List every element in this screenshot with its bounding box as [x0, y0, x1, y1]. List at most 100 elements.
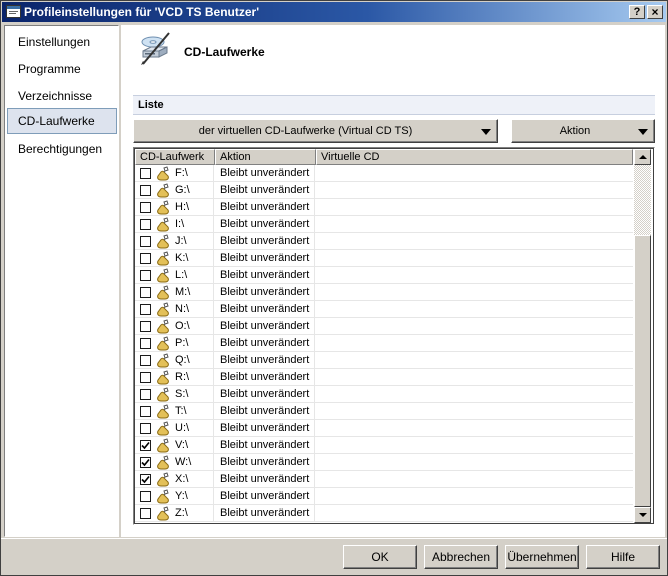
virtual-cd-cell	[315, 471, 633, 488]
row-checkbox[interactable]	[140, 202, 151, 213]
action-dropdown-label: Aktion	[559, 125, 591, 137]
apply-button[interactable]: Übernehmen	[505, 545, 579, 569]
drive-source-dropdown[interactable]: der virtuellen CD-Laufwerke (Virtual CD …	[133, 119, 498, 143]
column-header-aktion[interactable]: Aktion	[215, 149, 316, 165]
drive-cell: W:\	[135, 454, 214, 471]
cancel-button[interactable]: Abbrechen	[424, 545, 498, 569]
drive-cell: H:\	[135, 199, 214, 216]
arrow-down-icon	[639, 513, 647, 517]
virtual-cd-cell	[315, 250, 633, 267]
vertical-scrollbar[interactable]	[634, 149, 651, 523]
table-row[interactable]: U:\ Bleibt unverändert	[135, 420, 633, 437]
title-bar[interactable]: Profileinstellungen für 'VCD TS Benutzer…	[2, 2, 666, 22]
drive-cell: I:\	[135, 216, 214, 233]
sidebar-item-cd-laufwerke[interactable]: CD-Laufwerke	[7, 108, 117, 134]
row-checkbox[interactable]	[140, 457, 151, 468]
table-row[interactable]: Y:\ Bleibt unverändert	[135, 488, 633, 505]
drive-cell: L:\	[135, 267, 214, 284]
drive-letter: F:\	[175, 167, 188, 179]
row-checkbox[interactable]	[140, 236, 151, 247]
drive-letter: G:\	[175, 184, 190, 196]
action-cell: Bleibt unverändert	[214, 352, 315, 369]
sidebar-item-programme[interactable]: Programme	[7, 56, 117, 82]
virtual-cd-cell	[315, 301, 633, 318]
drive-letter: O:\	[175, 320, 190, 332]
column-header-cd-laufwerk[interactable]: CD-Laufwerk	[135, 149, 215, 165]
table-row[interactable]: V:\ Bleibt unverändert	[135, 437, 633, 454]
action-dropdown-button[interactable]: Aktion	[511, 119, 655, 143]
cd-drive-icon	[156, 183, 170, 198]
cd-drives-icon	[141, 32, 170, 65]
row-checkbox[interactable]	[140, 168, 151, 179]
table-row[interactable]: L:\ Bleibt unverändert	[135, 267, 633, 284]
row-checkbox[interactable]	[140, 338, 151, 349]
row-checkbox[interactable]	[140, 508, 151, 519]
row-checkbox[interactable]	[140, 423, 151, 434]
table-row[interactable]: S:\ Bleibt unverändert	[135, 386, 633, 403]
virtual-cd-cell	[315, 386, 633, 403]
row-checkbox[interactable]	[140, 491, 151, 502]
virtual-cd-cell	[315, 216, 633, 233]
column-header-virtuelle-cd[interactable]: Virtuelle CD	[316, 149, 633, 165]
table-row[interactable]: R:\ Bleibt unverändert	[135, 369, 633, 386]
sidebar-item-einstellungen[interactable]: Einstellungen	[7, 29, 117, 55]
drive-cell: U:\	[135, 420, 214, 437]
table-row[interactable]: Z:\ Bleibt unverändert	[135, 505, 633, 522]
table-row[interactable]: O:\ Bleibt unverändert	[135, 318, 633, 335]
virtual-cd-cell	[315, 267, 633, 284]
row-checkbox[interactable]	[140, 304, 151, 315]
content-panel: CD-Laufwerke Liste der virtuellen CD-Lau…	[121, 25, 665, 537]
table-row[interactable]: F:\ Bleibt unverändert	[135, 165, 633, 182]
row-checkbox[interactable]	[140, 474, 151, 485]
cd-drive-list[interactable]: CD-Laufwerk Aktion Virtuelle CD F:\ Bleib…	[133, 147, 655, 525]
checkmark-icon	[141, 475, 150, 484]
row-checkbox[interactable]	[140, 355, 151, 366]
drive-letter: T:\	[175, 405, 187, 417]
cd-drive-icon	[156, 472, 170, 487]
scroll-thumb[interactable]	[634, 235, 651, 507]
action-cell: Bleibt unverändert	[214, 284, 315, 301]
table-row[interactable]: K:\ Bleibt unverändert	[135, 250, 633, 267]
table-row[interactable]: N:\ Bleibt unverändert	[135, 301, 633, 318]
row-checkbox[interactable]	[140, 406, 151, 417]
table-row[interactable]: J:\ Bleibt unverändert	[135, 233, 633, 250]
row-checkbox[interactable]	[140, 372, 151, 383]
title-close-button[interactable]: ×	[647, 5, 663, 19]
row-checkbox[interactable]	[140, 253, 151, 264]
table-row[interactable]: M:\ Bleibt unverändert	[135, 284, 633, 301]
sidebar-item-verzeichnisse[interactable]: Verzeichnisse	[7, 83, 117, 109]
drive-letter: I:\	[175, 218, 185, 230]
ok-button[interactable]: OK	[343, 545, 417, 569]
drive-cell: Q:\	[135, 352, 214, 369]
table-row[interactable]: T:\ Bleibt unverändert	[135, 403, 633, 420]
table-row[interactable]: I:\ Bleibt unverändert	[135, 216, 633, 233]
row-checkbox[interactable]	[140, 440, 151, 451]
scroll-up-button[interactable]	[634, 149, 651, 165]
row-checkbox[interactable]	[140, 389, 151, 400]
row-checkbox[interactable]	[140, 321, 151, 332]
table-row[interactable]: P:\ Bleibt unverändert	[135, 335, 633, 352]
table-row[interactable]: W:\ Bleibt unverändert	[135, 454, 633, 471]
cd-drive-icon	[156, 489, 170, 504]
table-row[interactable]: X:\ Bleibt unverändert	[135, 471, 633, 488]
cd-drive-icon	[156, 234, 170, 249]
cd-drive-icon	[156, 217, 170, 232]
title-help-button[interactable]: ?	[629, 5, 645, 19]
scroll-down-button[interactable]	[634, 507, 651, 523]
cd-drive-icon	[156, 285, 170, 300]
help-button[interactable]: Hilfe	[586, 545, 660, 569]
cd-drive-icon	[156, 370, 170, 385]
row-checkbox[interactable]	[140, 219, 151, 230]
action-cell: Bleibt unverändert	[214, 301, 315, 318]
row-checkbox[interactable]	[140, 287, 151, 298]
drive-cell: S:\	[135, 386, 214, 403]
table-row[interactable]: H:\ Bleibt unverändert	[135, 199, 633, 216]
list-header: CD-Laufwerk Aktion Virtuelle CD	[135, 149, 633, 165]
table-row[interactable]: G:\ Bleibt unverändert	[135, 182, 633, 199]
row-checkbox[interactable]	[140, 185, 151, 196]
drive-cell: Y:\	[135, 488, 214, 505]
drive-cell: Z:\	[135, 505, 214, 522]
sidebar-item-berechtigungen[interactable]: Berechtigungen	[7, 136, 117, 162]
table-row[interactable]: Q:\ Bleibt unverändert	[135, 352, 633, 369]
row-checkbox[interactable]	[140, 270, 151, 281]
